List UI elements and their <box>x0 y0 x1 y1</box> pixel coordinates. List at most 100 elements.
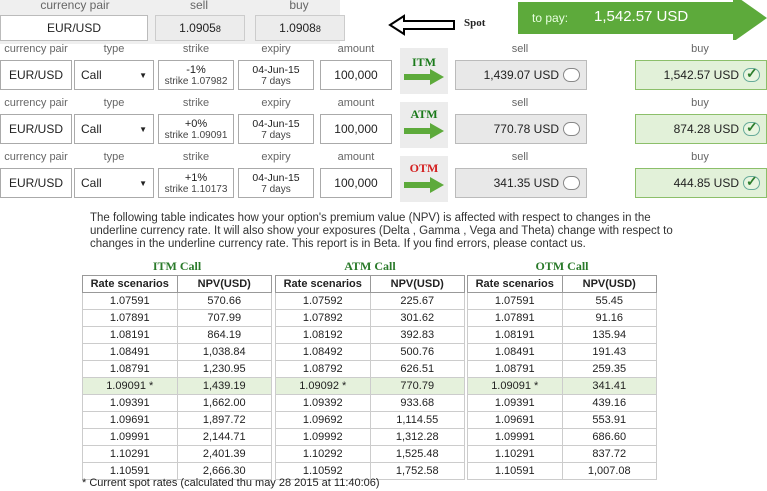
sell-price-box[interactable]: 770.78 USD <box>455 114 587 144</box>
expiry-date: 04-Jun-15 <box>252 64 300 76</box>
pair-header: currency pair <box>4 151 68 163</box>
amount-field[interactable]: 100,000 <box>320 114 392 144</box>
amount-header: amount <box>337 151 375 163</box>
npv-description: The following table indicates how your o… <box>90 212 673 250</box>
npv-cell: 707.99 <box>176 309 272 327</box>
table-row: 1.10292 1,525.48 <box>275 445 465 463</box>
sell-price: 770.78 USD <box>493 122 559 136</box>
rate-cell: 1.10292 <box>275 445 371 463</box>
rate-cell: 1.10591 <box>467 462 563 480</box>
expiry-field[interactable]: 04-Jun-15 7 days <box>238 168 314 198</box>
buy-price: 874.28 USD <box>673 122 739 136</box>
pair-field[interactable]: EUR/USD <box>0 114 72 144</box>
expiry-field[interactable]: 04-Jun-15 7 days <box>238 60 314 90</box>
table-row: 1.07592 225.67 <box>275 292 465 310</box>
table-row: 1.08791 1,230.95 <box>82 360 272 378</box>
right-arrow-icon <box>404 123 444 139</box>
table-row: 1.07591 55.45 <box>467 292 657 310</box>
table-row: 1.09992 1,312.28 <box>275 428 465 446</box>
option-row-2: currency pair type strike expiry amount … <box>0 151 767 206</box>
rate-cell: 1.07892 <box>275 309 371 327</box>
type-select[interactable]: Call ▼ <box>74 114 154 144</box>
sell-price-box[interactable]: 341.35 USD <box>455 168 587 198</box>
strike-field[interactable]: +1% strike 1.10173 <box>158 168 234 198</box>
npv-cell: 500.76 <box>369 343 465 361</box>
npv-cell: 2,401.39 <box>176 445 272 463</box>
to-pay-value: 1,542.57 USD <box>594 8 689 25</box>
amount-field[interactable]: 100,000 <box>320 168 392 198</box>
table-row: 1.08191 864.19 <box>82 326 272 344</box>
table-row: 1.09091 * 341.41 <box>467 377 657 395</box>
rate-cell: 1.10291 <box>82 445 178 463</box>
buy-price: 1,542.57 USD <box>663 68 739 82</box>
spot-pair-field[interactable]: EUR/USD <box>0 15 148 41</box>
npv-cell: 135.94 <box>561 326 657 344</box>
rate-header: Rate scenarios <box>82 275 178 293</box>
pair-field[interactable]: EUR/USD <box>0 168 72 198</box>
table-row: 1.09091 * 1,439.19 <box>82 377 272 395</box>
chevron-down-icon: ▼ <box>139 70 147 80</box>
table-title: ITM Call <box>152 259 202 273</box>
option-row-1: currency pair type strike expiry amount … <box>0 97 767 152</box>
sell-price-box[interactable]: 1,439.07 USD <box>455 60 587 90</box>
npv-cell: 1,114.55 <box>369 411 465 429</box>
amount-field[interactable]: 100,000 <box>320 60 392 90</box>
expiry-days: 7 days <box>261 130 291 141</box>
npv-cell: 1,662.00 <box>176 394 272 412</box>
buy-price-box[interactable]: 874.28 USD <box>635 114 767 144</box>
strike-field[interactable]: -1% strike 1.07982 <box>158 60 234 90</box>
npv-cell: 439.16 <box>561 394 657 412</box>
table-row: 1.09991 686.60 <box>467 428 657 446</box>
spot-buy-main: 1.0908 <box>279 21 316 35</box>
pair-header: currency pair <box>4 97 68 109</box>
npv-cell: 626.51 <box>369 360 465 378</box>
strike-header: strike <box>182 97 210 109</box>
table-row: 1.08492 500.76 <box>275 343 465 361</box>
buy-price-box[interactable]: 1,542.57 USD <box>635 60 767 90</box>
npv-header: NPV(USD) <box>369 275 465 293</box>
sell-checkbox[interactable] <box>563 68 580 82</box>
rate-cell: 1.09091 * <box>467 377 563 395</box>
type-select[interactable]: Call ▼ <box>74 60 154 90</box>
npv-cell: 570.66 <box>176 292 272 310</box>
chevron-down-icon: ▼ <box>139 124 147 134</box>
rate-cell: 1.08792 <box>275 360 371 378</box>
table-header-row: Rate scenarios NPV(USD) <box>275 275 465 293</box>
table-row: 1.07892 301.62 <box>275 309 465 327</box>
amount-header: amount <box>337 43 375 55</box>
npv-cell: 1,312.28 <box>369 428 465 446</box>
npv-cell: 686.60 <box>561 428 657 446</box>
npv-cell: 1,230.95 <box>176 360 272 378</box>
table-row: 1.09391 439.16 <box>467 394 657 412</box>
buy-checkbox[interactable] <box>743 65 760 82</box>
footnote: * Current spot rates (calculated thu may… <box>82 477 380 489</box>
spot-buy-small: 8 <box>315 24 321 34</box>
expiry-field[interactable]: 04-Jun-15 7 days <box>238 114 314 144</box>
moneyness-label: OTM <box>409 161 439 175</box>
buy-price-box[interactable]: 444.85 USD <box>635 168 767 198</box>
npv-table: Rate scenarios NPV(USD) 1.07592 225.67 1… <box>275 275 465 480</box>
rate-header: Rate scenarios <box>275 275 371 293</box>
buy-checkbox[interactable] <box>743 119 760 136</box>
buy-checkbox[interactable] <box>743 173 760 190</box>
table-header-row: Rate scenarios NPV(USD) <box>82 275 272 293</box>
table-row: 1.08792 626.51 <box>275 360 465 378</box>
npv-cell: 933.68 <box>369 394 465 412</box>
option-row-0: currency pair type strike expiry amount … <box>0 43 767 98</box>
npv-cell: 341.41 <box>561 377 657 395</box>
strike-field[interactable]: +0% strike 1.09091 <box>158 114 234 144</box>
table-row: 1.08491 191.43 <box>467 343 657 361</box>
type-value: Call <box>81 122 102 136</box>
sell-checkbox[interactable] <box>563 176 580 190</box>
spot-buy-header: buy <box>289 0 309 12</box>
table-row: 1.09991 2,144.71 <box>82 428 272 446</box>
amount-header: amount <box>337 97 375 109</box>
rate-cell: 1.09691 <box>467 411 563 429</box>
npv-cell: 2,144.71 <box>176 428 272 446</box>
rate-cell: 1.07891 <box>82 309 178 327</box>
sell-checkbox[interactable] <box>563 122 580 136</box>
type-header: type <box>103 97 125 109</box>
pair-field[interactable]: EUR/USD <box>0 60 72 90</box>
rate-cell: 1.08192 <box>275 326 371 344</box>
type-select[interactable]: Call ▼ <box>74 168 154 198</box>
